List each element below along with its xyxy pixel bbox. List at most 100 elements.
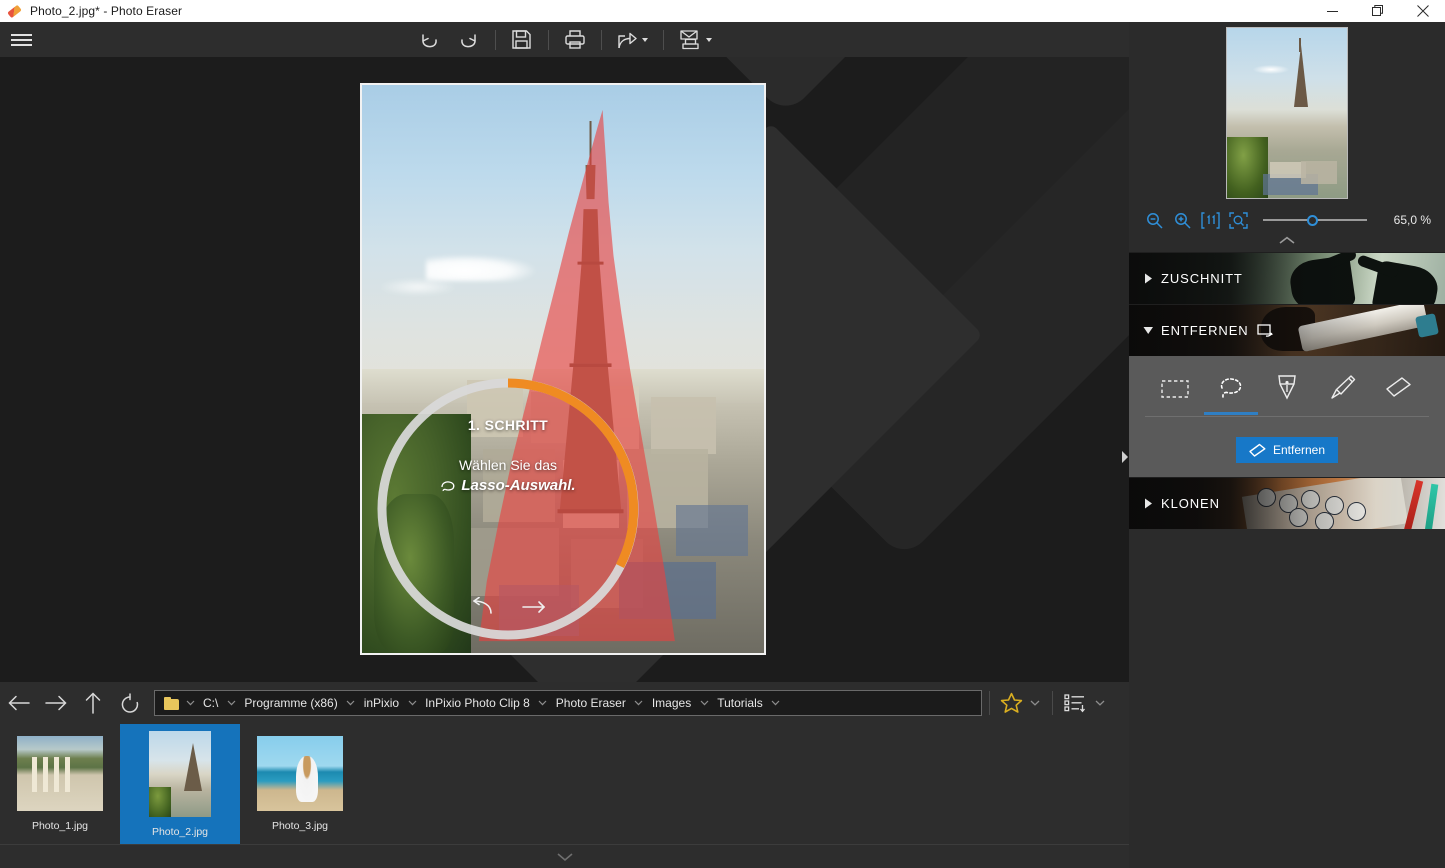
marquee-rectangle-icon [1160,378,1190,400]
crumb-caret-icon[interactable] [535,700,551,706]
view-caret-icon[interactable] [1090,700,1110,706]
pen-nib-icon [1275,374,1299,400]
breadcrumb-1[interactable]: Programme (x86) [239,696,342,710]
panel-collapse-chevron[interactable] [1129,236,1445,252]
tutorial-step: 1. SCHRITT [372,417,644,433]
main-toolbar [0,22,1129,57]
breadcrumb-6[interactable]: Tutorials [712,696,768,710]
hamburger-menu-icon[interactable] [4,22,38,57]
redo-button[interactable] [449,22,489,57]
breadcrumb-path-box[interactable]: C:\ Programme (x86) inPixio InPixio Phot… [154,690,982,716]
window-controls [1310,0,1445,22]
image-preview[interactable] [1226,27,1348,199]
email-button[interactable] [670,22,721,57]
lasso-icon [440,480,456,492]
thumbnail-label: Photo_3.jpg [272,820,328,832]
crumb-caret-icon[interactable] [696,700,712,706]
crumb-caret-icon[interactable] [631,700,647,706]
tutorial-overlay: 1. SCHRITT Wählen Sie das Lasso-Auswahl. [372,373,644,645]
thumbnail-label: Photo_2.jpg [152,826,208,838]
strip-collapse-bar[interactable] [0,844,1129,868]
zoom-value: 65,0 % [1381,213,1431,227]
thumbnail-label: Photo_1.jpg [32,820,88,832]
email-caret-icon[interactable] [706,38,712,42]
section-header-zuschnitt[interactable]: ZUSCHNITT [1129,252,1445,304]
tool-pen-select[interactable] [1264,374,1310,408]
nav-up-button[interactable] [74,682,111,724]
toolbar-button-group [0,22,1129,57]
tutorial-line-2: Lasso-Auswahl. [461,477,575,494]
triangle-right-icon[interactable] [1135,273,1161,284]
entfernen-panel-body: Entfernen [1129,356,1445,477]
save-button[interactable] [502,22,542,57]
tutorial-text: 1. SCHRITT Wählen Sie das Lasso-Auswahl. [372,417,644,497]
section-header-klonen[interactable]: KLONEN [1129,477,1445,529]
minimize-button[interactable] [1310,0,1355,22]
tool-eraser-select[interactable] [1376,376,1422,408]
thumbnail-item-2[interactable]: Photo_3.jpg [240,724,360,844]
breadcrumb-5[interactable]: Images [647,696,696,710]
breadcrumb-0[interactable]: C:\ [198,696,223,710]
share-caret-icon[interactable] [642,38,648,42]
window-title: Photo_2.jpg* - Photo Eraser [30,4,182,18]
active-tool-underline [1204,412,1258,415]
share-button[interactable] [608,22,657,57]
crumb-caret-icon[interactable] [343,700,359,706]
breadcrumb-4[interactable]: Photo Eraser [551,696,631,710]
crumb-caret-icon[interactable] [182,700,198,706]
chevron-right-icon[interactable] [1121,451,1128,463]
panel-collapse-edge-arrow[interactable] [1120,444,1129,470]
entfernen-button[interactable]: Entfernen [1236,437,1338,463]
nav-refresh-button[interactable] [111,682,148,724]
entfernen-action-wrap: Entfernen [1129,437,1445,463]
section-header-entfernen[interactable]: ENTFERNEN [1129,304,1445,356]
triangle-down-icon[interactable] [1135,326,1161,335]
thumbnail-item-0[interactable]: Photo_1.jpg [0,724,120,844]
maximize-restore-button[interactable] [1355,0,1400,22]
thumbnail-item-1[interactable]: Photo_2.jpg [120,724,240,844]
zoom-in-icon[interactable] [1171,209,1193,231]
print-button[interactable] [555,22,595,57]
eraser-icon [1385,376,1413,400]
tutorial-next-arrow[interactable] [521,597,547,617]
nav-forward-button[interactable] [37,682,74,724]
favorites-star-icon[interactable] [997,682,1025,724]
folder-icon [164,697,179,710]
crumb-caret-icon[interactable] [223,700,239,706]
photo-canvas-frame[interactable]: 1. SCHRITT Wählen Sie das Lasso-Auswahl. [360,83,766,655]
chevron-down-icon[interactable] [556,852,574,862]
section-title-klonen: KLONEN [1161,496,1220,511]
tutorial-back-arrow[interactable] [469,597,495,617]
right-tools-panel: 65,0 % ZUSCHNITT ENTFERNEN [1129,22,1445,868]
tool-brush-select[interactable] [1320,374,1366,408]
actual-size-1-to-1-icon[interactable] [1199,209,1221,231]
tool-rectangle-select[interactable] [1152,378,1198,408]
nav-back-button[interactable] [0,682,37,724]
file-navigation-bar: C:\ Programme (x86) inPixio InPixio Phot… [0,682,1129,724]
triangle-right-icon[interactable] [1135,498,1161,509]
zoom-slider[interactable] [1263,209,1367,231]
help-hint-icon[interactable] [1257,324,1273,338]
breadcrumb-2[interactable]: inPixio [359,696,404,710]
close-button[interactable] [1400,0,1445,22]
zoom-out-icon[interactable] [1143,209,1165,231]
tool-lasso-select[interactable] [1208,376,1254,408]
tool-row-divider [1145,416,1429,417]
image-canvas[interactable]: 1. SCHRITT Wählen Sie das Lasso-Auswahl. [0,57,1129,682]
chevron-up-icon[interactable] [1278,236,1296,245]
thumbnail-image [17,736,103,811]
tutorial-nav [372,597,644,617]
entfernen-button-label: Entfernen [1273,443,1325,457]
thumbnail-strip[interactable]: Photo_1.jpg Photo_2.jpg Photo_3.jpg [0,724,1129,844]
sort-list-icon[interactable] [1060,682,1090,724]
undo-button[interactable] [409,22,449,57]
breadcrumb-3[interactable]: InPixio Photo Clip 8 [420,696,535,710]
tutorial-line-1: Wählen Sie das [372,457,644,473]
fit-to-screen-icon[interactable] [1227,209,1249,231]
tutorial-line-2-wrap: Lasso-Auswahl. [440,477,575,494]
favorites-caret-icon[interactable] [1025,700,1045,706]
crumb-caret-icon[interactable] [768,700,784,706]
zoom-slider-knob[interactable] [1307,215,1318,226]
crumb-caret-icon[interactable] [404,700,420,706]
thumbnail-image [257,736,343,811]
